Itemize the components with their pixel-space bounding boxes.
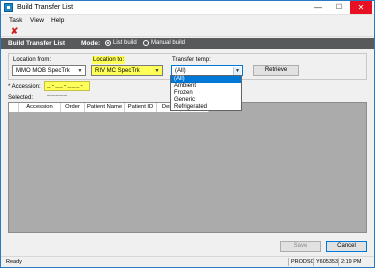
toolbar: ✘ (1, 26, 374, 37)
dropdown-option-all[interactable]: (All) (171, 76, 241, 83)
manual-build-radio[interactable] (143, 40, 149, 46)
retrieve-button[interactable]: Retrieve (253, 65, 299, 76)
column-header-accession[interactable]: Accession (19, 103, 61, 112)
transfer-temp-dropdown-list: (All) Ambient Frozen Generic Refrigerate… (170, 75, 242, 111)
location-from-value: MMO MOB SpecTrk (16, 68, 70, 74)
selected-grid[interactable]: Accession Order Patient Name Patient ID … (8, 102, 367, 233)
menu-view[interactable]: View (30, 16, 44, 25)
chevron-down-icon[interactable]: ▼ (76, 67, 84, 75)
save-button[interactable]: Save (280, 241, 321, 252)
minimize-button[interactable]: — (307, 1, 329, 14)
app-icon (4, 3, 13, 12)
maximize-button[interactable]: ☐ (328, 1, 350, 14)
menu-bar: Task View Help (1, 15, 374, 26)
window-title: Build Transfer List (17, 4, 74, 11)
close-x-icon[interactable]: ✘ (10, 27, 19, 36)
cancel-button[interactable]: Cancel (326, 241, 367, 252)
close-button[interactable]: ✕ (350, 1, 372, 14)
location-to-label: Location to: (92, 56, 126, 64)
chevron-down-icon[interactable]: ▼ (153, 67, 161, 75)
chevron-down-icon[interactable]: ▼ (233, 67, 241, 75)
status-time: 2:19 PM (341, 259, 362, 265)
mode-label: Mode: (81, 40, 101, 47)
menu-task[interactable]: Task (9, 16, 22, 25)
header-band: Build Transfer List Mode: List build Man… (1, 38, 374, 49)
dropdown-option-generic[interactable]: Generic (171, 97, 241, 104)
transfer-temp-value: (All) (175, 68, 186, 74)
status-text: Ready (6, 259, 22, 265)
status-terminal: Y605353 (316, 259, 339, 265)
status-divider (313, 258, 314, 266)
column-header-order[interactable]: Order (61, 103, 85, 112)
status-divider (338, 258, 339, 266)
location-to-value: RIV MC SpecTrk (95, 68, 140, 74)
location-to-select[interactable]: RIV MC SpecTrk ▼ (91, 65, 163, 76)
list-build-label[interactable]: List build (113, 39, 137, 48)
accession-label: * Accession: (8, 84, 41, 90)
location-from-label: Location from: (13, 57, 52, 63)
column-header-patient-id[interactable]: Patient ID (125, 103, 157, 112)
menu-help[interactable]: Help (51, 16, 64, 25)
status-bar: Ready PRODSC Y605353 2:19 PM (1, 256, 374, 267)
manual-build-label[interactable]: Manual build (151, 39, 185, 48)
selected-label: Selected: (8, 95, 34, 101)
title-bar: Build Transfer List — ☐ ✕ (1, 1, 374, 15)
column-header-select[interactable] (9, 103, 19, 112)
location-from-select[interactable]: MMO MOB SpecTrk ▼ (12, 65, 86, 76)
dropdown-option-ambient[interactable]: Ambient (171, 83, 241, 90)
page-title: Build Transfer List (8, 40, 66, 47)
status-divider (288, 258, 289, 266)
dropdown-option-frozen[interactable]: Frozen (171, 90, 241, 97)
list-build-radio[interactable] (105, 40, 111, 46)
status-user: PRODSC (291, 259, 315, 265)
accession-input[interactable]: _-__-___-_____ (44, 81, 90, 97)
dropdown-option-refrigerated[interactable]: Refrigerated (171, 104, 241, 111)
transfer-temp-label: Transfer temp: (172, 57, 211, 63)
build-transfer-list-window: Build Transfer List — ☐ ✕ Task View Help… (0, 0, 375, 268)
column-header-patient-name[interactable]: Patient Name (85, 103, 125, 112)
